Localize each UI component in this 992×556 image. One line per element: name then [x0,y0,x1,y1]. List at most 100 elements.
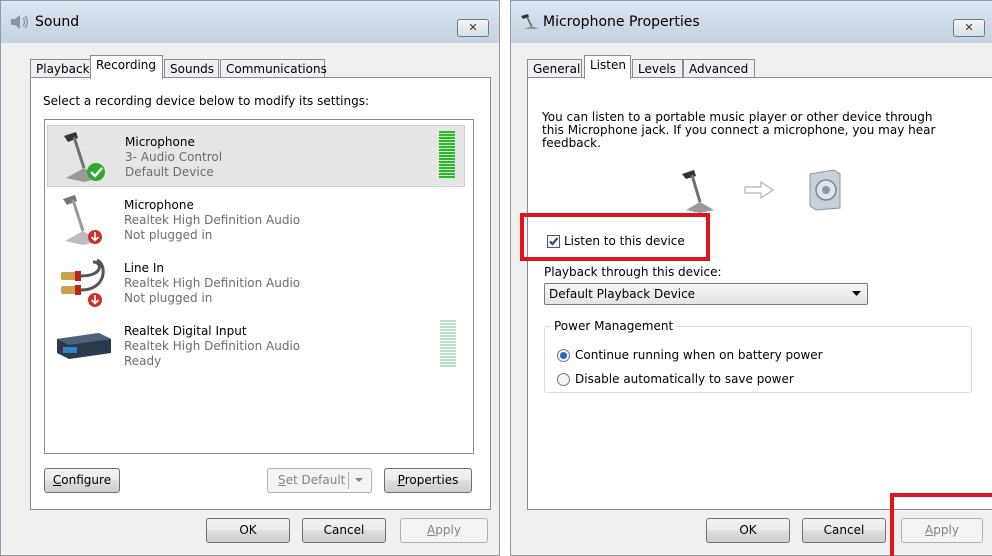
power-management-group: Power Management Continue running when o… [544,319,972,393]
button-label: OK [239,523,257,537]
meter-bar [439,167,455,169]
level-meter [440,320,456,368]
default-check-icon [87,163,105,181]
sound-window-title: Sound [35,14,80,30]
tab-label: Playback [36,62,90,76]
listen-description: You can listen to a portable music playe… [542,111,935,150]
meter-bar [440,353,456,355]
microphone-icon [682,170,714,213]
meter-bar [440,365,456,367]
tab-label: Sounds [170,62,215,76]
device-list[interactable]: Microphone 3- Audio Control Default Devi… [44,119,474,454]
tab-playback[interactable]: Playback [30,59,91,79]
device-name: Realtek Digital Input [124,324,247,338]
listen-tab-panel: You can listen to a portable music playe… [527,77,992,510]
meter-bar [439,170,455,172]
mic-ok-button[interactable]: OK [706,518,790,543]
sound-cancel-button[interactable]: Cancel [302,518,386,543]
microphone-icon [63,195,102,245]
tab-label: Listen [590,58,626,72]
button-label: pply [435,523,461,537]
device-realtek-digital-input[interactable]: Realtek Digital Input Realtek High Defin… [47,315,465,377]
device-description: Realtek High Definition Audio [124,213,301,227]
mic-title-bar[interactable]: Microphone Properties ✕ [511,1,992,43]
description-line: feedback. [542,136,601,150]
group-label: Power Management [551,319,677,333]
meter-bar [439,176,455,178]
device-name: Microphone [125,135,195,149]
mic-close-button[interactable]: ✕ [953,19,985,37]
meter-bar [440,344,456,346]
meter-bar [439,146,455,148]
level-meter [439,131,455,179]
digital-input-device-icon [57,333,111,359]
speaker-icon [809,169,841,211]
meter-bar [440,350,456,352]
button-label: Cancel [323,523,365,537]
microphone-icon [521,14,539,29]
device-name: Microphone [124,198,194,212]
instruction-text: Select a recording device below to modif… [43,94,370,108]
tab-recording[interactable]: Recording [90,55,163,79]
chevron-down-icon [355,478,363,482]
device-name: Line In [124,261,164,275]
button-label: roperties [404,473,459,487]
meter-bar [440,359,456,361]
speaker-icon [11,15,28,29]
meter-bar [439,137,455,139]
sound-close-button[interactable]: ✕ [457,19,489,37]
device-status: Not plugged in [124,228,213,242]
radio-label[interactable]: Continue running when on battery power [575,348,823,362]
button-label: et Default [285,473,346,487]
recording-tab-panel: Select a recording device below to modif… [30,77,491,510]
meter-bar [439,152,455,154]
tab-label: Advanced [689,62,749,76]
tab-listen[interactable]: Listen [584,55,631,79]
select-value: Default Playback Device [549,287,696,301]
tab-communications[interactable]: Communications [220,59,327,79]
playback-device-select[interactable]: Default Playback Device [544,283,868,305]
tab-label: Recording [96,58,157,72]
tab-label: Communications [226,62,327,76]
sound-title-bar[interactable]: Sound ✕ [1,1,499,43]
device-microphone-realtek[interactable]: Microphone Realtek High Definition Audio… [47,189,465,251]
meter-bar [439,140,455,142]
tab-general[interactable]: General [527,59,582,79]
line-in-cable-icon [61,258,105,307]
meter-bar [439,158,455,160]
radio-dot [560,352,567,359]
meter-bar [440,323,456,325]
meter-bar [440,320,456,322]
properties-button[interactable]: Properties [384,468,472,493]
playback-label: Playback through this device: [544,265,722,279]
device-microphone-default[interactable]: Microphone 3- Audio Control Default Devi… [47,125,465,187]
meter-bar [440,338,456,340]
sound-apply-button[interactable]: Apply [400,518,488,543]
radio-label[interactable]: Disable automatically to save power [575,372,794,386]
device-description: Realtek High Definition Audio [124,339,301,353]
radio-continue-running[interactable] [557,349,570,362]
meter-bar [440,335,456,337]
tab-levels[interactable]: Levels [632,59,683,79]
device-description: 3- Audio Control [125,150,223,164]
meter-bar [440,326,456,328]
set-default-button[interactable]: Set Default [267,468,372,493]
tab-sounds[interactable]: Sounds [164,59,219,79]
tab-label: General [533,62,581,76]
highlight-apply-button [890,493,992,556]
tab-advanced[interactable]: Advanced [683,59,755,79]
meter-bar [439,149,455,151]
mic-cancel-button[interactable]: Cancel [802,518,886,543]
mic-window-title: Microphone Properties [543,14,700,30]
sound-tabs: Playback Recording Sounds Communications [1,55,499,79]
device-line-in[interactable]: Line In Realtek High Definition Audio No… [47,252,465,314]
configure-button[interactable]: Configure [44,468,120,493]
sound-ok-button[interactable]: OK [206,518,290,543]
tab-label: Levels [638,62,676,76]
description-line: this Microphone jack. If you connect a m… [542,123,936,137]
meter-bar [440,356,456,358]
button-label: OK [739,523,757,537]
radio-disable-automatically[interactable] [557,373,570,386]
device-status: Default Device [125,165,214,179]
device-description: Realtek High Definition Audio [124,276,301,290]
